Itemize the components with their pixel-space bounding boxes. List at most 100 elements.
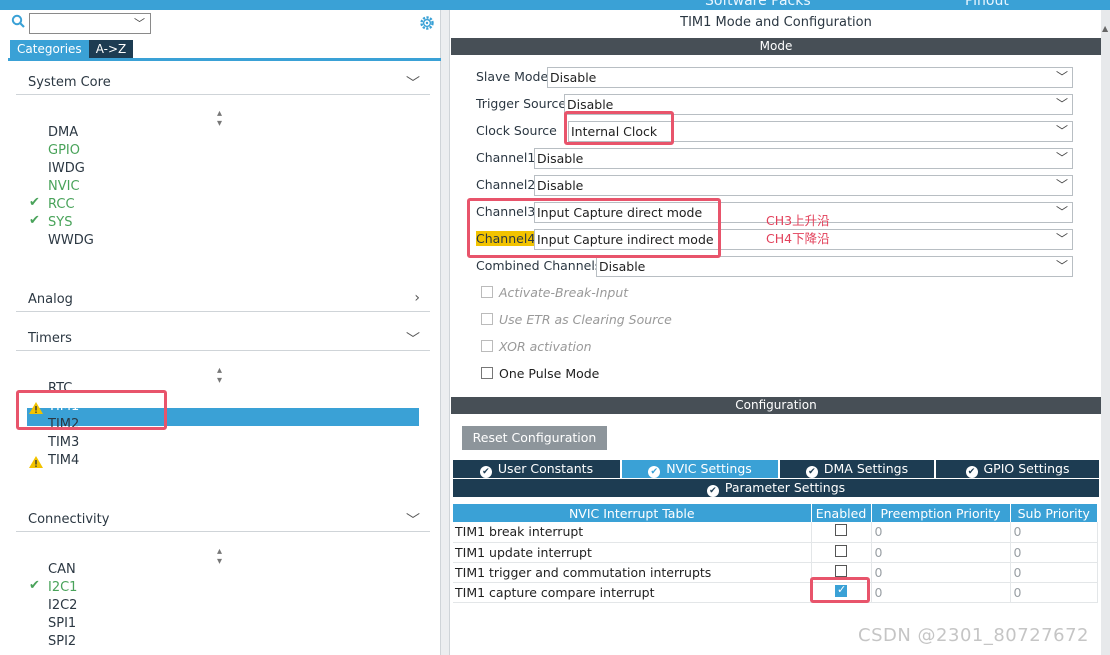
xor-activation-checkbox[interactable]: XOR activation — [481, 338, 592, 356]
list-item-sys[interactable]: SYS — [48, 214, 72, 232]
search-input[interactable] — [29, 13, 151, 34]
chevron-down-icon: ﹀ — [1055, 232, 1068, 246]
activate-break-input-checkbox[interactable]: Activate-Break-Input — [481, 284, 628, 302]
preemption-priority[interactable]: 0 — [871, 582, 1011, 603]
tab-user-constants[interactable]: ✔ User Constants — [453, 460, 620, 478]
list-item-i2c2[interactable]: I2C2 — [48, 597, 77, 615]
panel-splitter[interactable] — [441, 10, 450, 655]
sort-icon[interactable]: ▴ ▾ — [217, 547, 222, 567]
interrupt-name: TIM1 capture compare interrupt — [453, 582, 812, 603]
tab-gpio-settings[interactable]: ✔ GPIO Settings — [936, 460, 1099, 478]
sort-icon[interactable]: ▴ ▾ — [217, 366, 222, 386]
scrollbar[interactable]: ▲ — [1101, 10, 1110, 655]
section-label: System Core — [28, 75, 111, 90]
one-pulse-mode-checkbox[interactable]: One Pulse Mode — [481, 365, 599, 383]
annotation-ch3: CH3上升沿 — [766, 213, 830, 228]
tab-parameter-settings[interactable]: ✔ Parameter Settings — [453, 479, 1099, 497]
chevron-down-icon: ﹀ — [1055, 124, 1068, 138]
enabled-checkbox[interactable] — [835, 564, 847, 577]
check-icon: ✔ — [29, 195, 40, 210]
tab-nvic-settings[interactable]: ✔ NVIC Settings — [622, 460, 778, 478]
nvic-interrupt-table: NVIC Interrupt Table Enabled Preemption … — [453, 504, 1098, 603]
enabled-checkbox[interactable] — [835, 544, 847, 557]
list-item-tim3[interactable]: TIM3 — [48, 434, 79, 452]
enabled-cell — [811, 522, 872, 543]
tab-label: DMA Settings — [823, 461, 909, 476]
enabled-checkbox[interactable] — [835, 524, 847, 537]
annotation-ch4: CH4下降沿 — [766, 231, 830, 246]
preemption-priority[interactable]: 0 — [871, 522, 1011, 543]
chevron-down-icon: ﹀ — [406, 332, 420, 348]
checkbox-icon — [481, 367, 493, 379]
section-system-core[interactable]: System Core ﹀ — [16, 73, 430, 95]
list-item-rcc[interactable]: RCC — [48, 196, 75, 214]
list-item-gpio[interactable]: GPIO — [48, 142, 80, 160]
preemption-priority[interactable]: 0 — [871, 542, 1011, 563]
tab-categories[interactable]: Categories — [10, 40, 89, 58]
list-item-nvic[interactable]: NVIC — [48, 178, 80, 196]
select-value: Disable — [537, 151, 584, 166]
section-label: Analog — [28, 292, 73, 307]
section-timers[interactable]: Timers ﹀ — [16, 329, 430, 351]
sort-icon[interactable]: ▴ ▾ — [217, 109, 222, 129]
section-analog[interactable]: Analog › — [16, 290, 430, 312]
checkbox-label: XOR activation — [499, 339, 592, 354]
annotation-box-clock-source — [564, 111, 674, 145]
combined-channels-label: Combined Channels — [476, 258, 602, 273]
list-item-iwdg[interactable]: IWDG — [48, 160, 85, 178]
search-icon[interactable] — [11, 14, 25, 28]
column-header: Enabled — [811, 504, 872, 522]
tab-software-packs[interactable]: Software Packs — [705, 0, 811, 9]
mode-header: Mode — [451, 38, 1101, 55]
channel2-row: Channel2 Disable ﹀ — [476, 174, 1073, 196]
enabled-cell — [811, 542, 872, 563]
interrupt-name: TIM1 break interrupt — [453, 522, 812, 543]
chevron-down-icon: ﹀ — [1055, 70, 1068, 84]
list-item-tim4[interactable]: TIM4 — [48, 452, 79, 470]
chevron-down-icon: ﹀ — [1055, 259, 1068, 273]
table-row: TIM1 capture compare interrupt 0 0 — [453, 582, 1098, 603]
combined-channels-select[interactable]: Disable ﹀ — [596, 256, 1073, 277]
tab-dma-settings[interactable]: ✔ DMA Settings — [780, 460, 934, 478]
channel1-select[interactable]: Disable ﹀ — [534, 148, 1073, 169]
slave-mode-label: Slave Mode — [476, 69, 549, 84]
check-circle-icon: ✔ — [479, 466, 492, 478]
list-item-i2c1[interactable]: I2C1 — [48, 579, 77, 597]
select-value: Disable — [550, 70, 597, 85]
chevron-down-icon: ﹀ — [406, 76, 420, 92]
trigger-source-label: Trigger Source — [476, 96, 567, 111]
annotation-box-tim1 — [16, 390, 167, 430]
sub-priority[interactable]: 0 — [1010, 542, 1098, 563]
sub-priority[interactable]: 0 — [1010, 522, 1098, 543]
tab-a-z[interactable]: A->Z — [88, 40, 134, 58]
list-item-spi1[interactable]: SPI1 — [48, 615, 76, 633]
sub-priority[interactable]: 0 — [1010, 582, 1098, 603]
tab-label: NVIC Settings — [666, 461, 752, 476]
channel1-label: Channel1 — [476, 150, 536, 165]
column-header: NVIC Interrupt Table — [453, 504, 812, 522]
configuration-header: Configuration — [451, 397, 1101, 414]
list-item-dma[interactable]: DMA — [48, 124, 78, 142]
chevron-down-icon[interactable]: ﹀ — [134, 15, 145, 31]
reset-configuration-button[interactable]: Reset Configuration — [462, 426, 607, 450]
checkbox-icon — [481, 286, 493, 298]
table-row: TIM1 trigger and commutation interrupts … — [453, 562, 1098, 583]
check-circle-icon: ✔ — [648, 466, 661, 478]
clock-source-label: Clock Source — [476, 123, 557, 138]
list-item-can[interactable]: CAN — [48, 561, 76, 579]
list-item-wwdg[interactable]: WWDG — [48, 232, 94, 250]
sub-priority[interactable]: 0 — [1010, 562, 1098, 583]
channel2-select[interactable]: Disable ﹀ — [534, 175, 1073, 196]
use-etr-checkbox[interactable]: Use ETR as Clearing Source — [481, 311, 672, 329]
tab-label: Parameter Settings — [724, 480, 846, 495]
slave-mode-select[interactable]: Disable ﹀ — [547, 67, 1073, 88]
scroll-up-icon[interactable]: ▲ — [1102, 24, 1108, 33]
tab-pinout[interactable]: Pinout — [965, 0, 1009, 9]
list-item-spi2[interactable]: SPI2 — [48, 633, 76, 651]
check-icon: ✔ — [29, 213, 40, 228]
categories-panel: ﹀ Categories A->Z System Core ﹀ ▴ ▾ DMA G… — [0, 10, 441, 655]
chevron-down-icon: ﹀ — [1055, 97, 1068, 111]
preemption-priority[interactable]: 0 — [871, 562, 1011, 583]
section-connectivity[interactable]: Connectivity ﹀ — [16, 510, 430, 532]
gear-icon[interactable] — [418, 14, 436, 32]
